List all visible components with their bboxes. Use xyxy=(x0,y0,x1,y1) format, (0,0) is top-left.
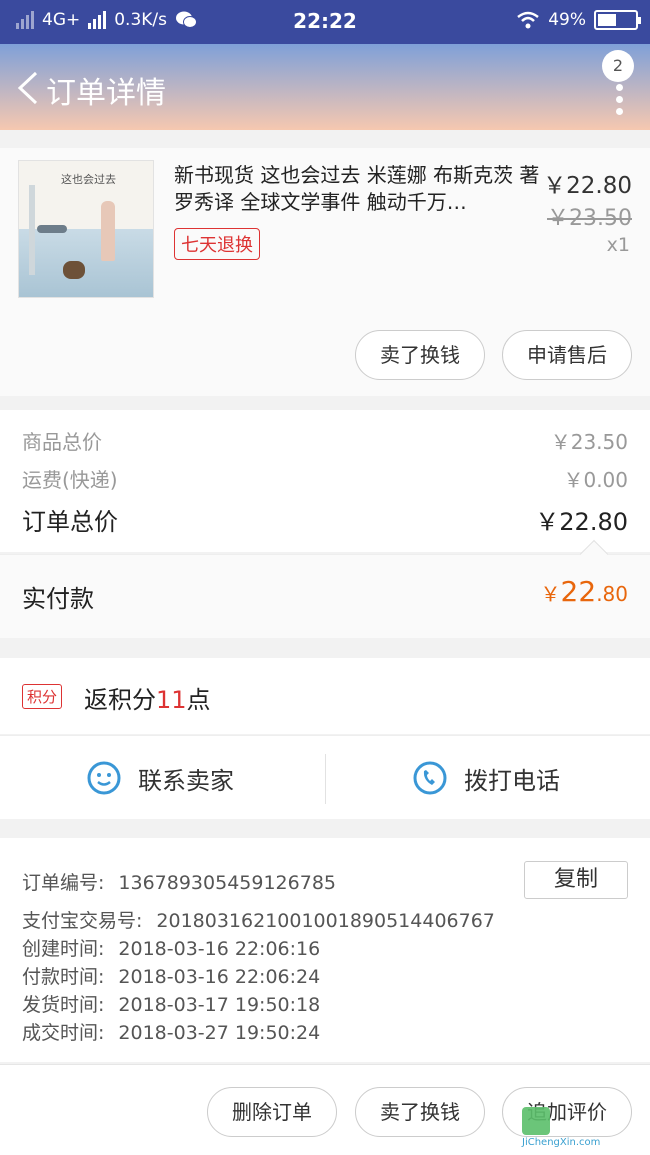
price-summary: 商品总价 ￥23.50 运费(快递) ￥0.00 订单总价 ￥22.80 xyxy=(0,410,650,552)
product-original-price: ￥23.50 xyxy=(547,206,632,231)
status-bar: 4G+ 0.3K/s 22:22 49% xyxy=(0,0,650,44)
call-phone-label: 拨打电话 xyxy=(464,766,560,795)
payment-integer: 22 xyxy=(560,575,597,608)
paid-label: 付款时间: xyxy=(22,966,105,988)
alipay-row: 支付宝交易号: 2018031621001001890514406767 xyxy=(22,906,495,933)
completed-label: 成交时间: xyxy=(22,1022,105,1044)
payment-decimal: .80 xyxy=(596,582,628,606)
copy-button[interactable]: 复制 xyxy=(524,861,628,899)
more-icon[interactable] xyxy=(616,84,624,124)
goods-total-value: ￥23.50 xyxy=(550,430,628,454)
points-text: 返积分11点 xyxy=(84,680,211,715)
created-value: 2018-03-16 22:06:16 xyxy=(118,938,321,960)
points-tag: 积分 xyxy=(22,684,63,709)
points-suffix: 点 xyxy=(186,686,211,714)
contact-row: 联系卖家 拨打电话 xyxy=(0,735,650,819)
product-card[interactable]: 这也会过去 新书现货 这也会过去 米莲娜 布斯克茨 著 罗秀译 全球文学事件 触… xyxy=(0,148,650,396)
shipped-label: 发货时间: xyxy=(22,994,105,1016)
delete-order-button[interactable]: 删除订单 xyxy=(207,1087,337,1137)
watermark-icon xyxy=(522,1107,550,1135)
created-row: 创建时间: 2018-03-16 22:06:16 xyxy=(22,934,320,961)
shipped-row: 发货时间: 2018-03-17 19:50:18 xyxy=(22,990,320,1017)
status-right: 49% xyxy=(516,10,641,30)
order-number-label: 订单编号: xyxy=(22,872,105,894)
order-info: 订单编号: 136789305459126785 复制 支付宝交易号: 201803… xyxy=(0,838,650,1062)
paid-value: 2018-03-16 22:06:24 xyxy=(118,966,321,988)
battery-icon xyxy=(594,10,641,30)
contact-seller-button[interactable]: 联系卖家 xyxy=(86,760,234,796)
completed-row: 成交时间: 2018-03-27 19:50:24 xyxy=(22,1018,320,1045)
sell-for-cash-button[interactable]: 卖了换钱 xyxy=(355,330,485,380)
goods-total-label: 商品总价 xyxy=(22,430,102,454)
created-label: 创建时间: xyxy=(22,938,105,960)
actual-payment-row: 实付款 ￥22.80 xyxy=(0,539,650,638)
order-total-value: ￥22.80 xyxy=(535,508,628,536)
bottom-action-bar: 删除订单 卖了换钱 追加评价 JiChengXin.com xyxy=(0,1064,650,1155)
contact-seller-label: 联系卖家 xyxy=(138,766,234,795)
cover-dog xyxy=(63,261,85,279)
order-number-row: 订单编号: 136789305459126785 xyxy=(22,868,336,895)
sell-for-cash-bottom-button[interactable]: 卖了换钱 xyxy=(355,1087,485,1137)
cover-figure xyxy=(101,201,115,261)
order-number-value: 136789305459126785 xyxy=(118,872,336,894)
alipay-label: 支付宝交易号: xyxy=(22,910,143,932)
battery-percent: 49% xyxy=(548,10,586,30)
cover-title: 这也会过去 xyxy=(61,173,116,186)
cover-rock xyxy=(37,225,67,233)
completed-value: 2018-03-27 19:50:24 xyxy=(118,1022,321,1044)
phone-icon xyxy=(413,761,447,795)
payment-currency: ￥ xyxy=(540,582,561,606)
shipping-label: 运费(快递) xyxy=(22,468,118,492)
product-title[interactable]: 新书现货 这也会过去 米莲娜 布斯克茨 著 罗秀译 全球文学事件 触动千万… xyxy=(174,162,542,216)
message-badge[interactable]: 2 xyxy=(602,50,634,82)
back-icon[interactable] xyxy=(14,70,42,106)
actual-payment-label: 实付款 xyxy=(22,585,94,613)
shipping-value: ￥0.00 xyxy=(563,468,628,492)
book-cover-image[interactable]: 这也会过去 xyxy=(18,160,154,298)
points-prefix: 返积分 xyxy=(84,686,156,714)
contact-divider xyxy=(325,754,326,804)
order-total-label: 订单总价 xyxy=(22,508,118,536)
wifi-icon xyxy=(517,11,539,29)
paid-row: 付款时间: 2018-03-16 22:06:24 xyxy=(22,962,320,989)
after-sale-button[interactable]: 申请售后 xyxy=(502,330,632,380)
cover-spine xyxy=(29,185,35,275)
product-price: ￥22.80 xyxy=(543,173,632,199)
page-title: 订单详情 xyxy=(46,76,166,111)
call-phone-button[interactable]: 拨打电话 xyxy=(412,760,560,796)
watermark-logo: JiChengXin.com xyxy=(522,1103,642,1149)
seven-day-return-badge: 七天退换 xyxy=(174,228,260,260)
points-row: 积分 返积分11点 xyxy=(0,658,650,734)
actual-payment-amount: ￥22.80 xyxy=(541,575,628,608)
product-quantity: x1 xyxy=(606,234,630,256)
battery-fill xyxy=(598,14,616,26)
page-header: 订单详情 2 xyxy=(0,44,650,130)
shipped-value: 2018-03-17 19:50:18 xyxy=(118,994,321,1016)
alipay-value: 2018031621001001890514406767 xyxy=(156,910,495,932)
points-value: 11 xyxy=(156,686,187,714)
chat-face-icon xyxy=(87,761,121,795)
watermark-text: JiChengXin.com xyxy=(522,1137,601,1148)
